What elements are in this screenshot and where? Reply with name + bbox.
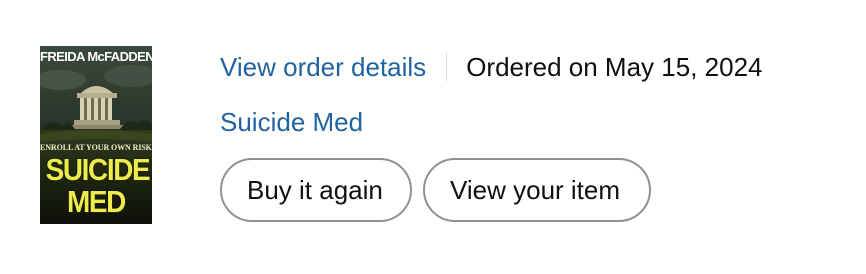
meta-divider [446, 53, 448, 81]
order-date-text: Ordered on May 15, 2024 [466, 51, 763, 82]
cover-title-line-1: SUICIDE [45, 152, 151, 187]
cover-title-line-2: MED [67, 184, 126, 219]
order-meta-row: View order details Ordered on May 15, 20… [220, 50, 762, 84]
buy-it-again-button[interactable]: Buy it again [220, 158, 412, 222]
order-card: FREIDA McFADDEN ENROLL AT YOUR OWN RISK.… [0, 0, 866, 274]
product-title-link[interactable]: Suicide Med [220, 105, 363, 139]
cover-tagline-text: ENROLL AT YOUR OWN RISK... [40, 143, 152, 152]
cover-author-text: FREIDA McFADDEN [40, 49, 152, 64]
view-order-details-link[interactable]: View order details [220, 52, 426, 83]
cover-title-text: SUICIDE MED [40, 154, 152, 218]
view-your-item-button[interactable]: View your item [423, 158, 651, 222]
action-buttons: Buy it again View your item [220, 158, 651, 222]
product-cover-image[interactable]: FREIDA McFADDEN ENROLL AT YOUR OWN RISK.… [40, 46, 152, 224]
